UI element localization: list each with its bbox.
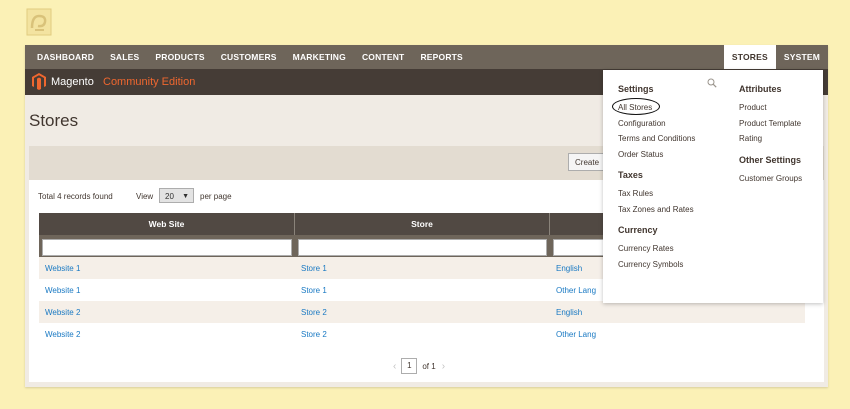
menu-heading-taxes: Taxes — [618, 170, 643, 180]
magento-logo-icon[interactable] — [32, 73, 46, 90]
create-button[interactable]: Create — [568, 153, 608, 171]
view-label: View — [136, 192, 154, 201]
nav-dashboard[interactable]: DASHBOARD — [25, 45, 102, 69]
pagination: ‹ 1 of 1 › — [393, 358, 445, 374]
menu-heading-currency: Currency — [618, 225, 658, 235]
menu-item-configuration[interactable]: Configuration — [618, 116, 695, 132]
nav-system[interactable]: SYSTEM — [776, 45, 828, 69]
menu-item-customer-groups[interactable]: Customer Groups — [739, 171, 802, 187]
brand-name: Magento — [51, 76, 94, 88]
cell-store-link[interactable]: Store 1 — [295, 264, 550, 273]
menu-item-product-template[interactable]: Product Template — [739, 116, 802, 132]
top-navigation: DASHBOARD SALES PRODUCTS CUSTOMERS MARKE… — [25, 45, 828, 69]
menu-heading-settings: Settings — [618, 84, 654, 94]
nav-content[interactable]: CONTENT — [354, 45, 412, 69]
menu-heading-attributes: Attributes — [739, 84, 782, 94]
per-page-label: per page — [200, 192, 232, 201]
cell-store-link[interactable]: Store 2 — [295, 330, 550, 339]
menu-item-rating[interactable]: Rating — [739, 131, 802, 147]
cell-website-link[interactable]: Website 2 — [39, 330, 295, 339]
menu-item-tax-rules[interactable]: Tax Rules — [618, 186, 695, 202]
cell-store-view-link[interactable]: English — [550, 308, 805, 317]
nav-marketing[interactable]: MARKETING — [285, 45, 354, 69]
nav-customers[interactable]: CUSTOMERS — [213, 45, 285, 69]
brand-edition: Community Edition — [103, 76, 196, 88]
menu-item-product[interactable]: Product — [739, 100, 802, 116]
page-title: Stores — [29, 111, 79, 130]
filter-store-input[interactable] — [298, 239, 547, 256]
nav-reports[interactable]: REPORTS — [412, 45, 471, 69]
cell-website-link[interactable]: Website 1 — [39, 264, 295, 273]
column-header-store[interactable]: Store — [295, 213, 550, 235]
per-page-select[interactable]: 20 ▼ — [159, 188, 194, 203]
highlight-circle-annotation — [612, 98, 660, 115]
cell-website-link[interactable]: Website 2 — [39, 308, 295, 317]
nav-sales[interactable]: SALES — [102, 45, 147, 69]
cell-store-link[interactable]: Store 2 — [295, 308, 550, 317]
per-page-value: 20 — [165, 192, 174, 201]
cell-website-link[interactable]: Website 1 — [39, 286, 295, 295]
filter-website-input[interactable] — [42, 239, 292, 256]
menu-item-currency-rates[interactable]: Currency Rates — [618, 241, 695, 257]
page-total: of 1 — [422, 361, 436, 371]
chevron-right-icon[interactable]: › — [442, 361, 445, 372]
cell-store-view-link[interactable]: Other Lang — [550, 330, 805, 339]
records-count: Total 4 records found — [38, 192, 113, 201]
caret-down-icon: ▼ — [182, 193, 189, 200]
site-logo-icon — [26, 8, 52, 36]
table-row[interactable]: Website 2 Store 2 English — [39, 301, 805, 323]
menu-item-order-status[interactable]: Order Status — [618, 147, 695, 163]
menu-heading-other-settings: Other Settings — [739, 154, 802, 165]
chevron-left-icon[interactable]: ‹ — [393, 361, 396, 372]
column-header-website[interactable]: Web Site — [39, 213, 295, 235]
table-row[interactable]: Website 2 Store 2 Other Lang — [39, 323, 805, 345]
nav-stores[interactable]: STORES — [723, 45, 776, 69]
menu-item-currency-symbols[interactable]: Currency Symbols — [618, 257, 695, 273]
stores-menu-right-column: Attributes Product Product Template Rati… — [739, 84, 802, 186]
menu-item-tax-zones-and-rates[interactable]: Tax Zones and Rates — [618, 202, 695, 218]
cell-store-link[interactable]: Store 1 — [295, 286, 550, 295]
search-icon[interactable] — [707, 78, 717, 88]
nav-products[interactable]: PRODUCTS — [147, 45, 212, 69]
menu-item-terms-and-conditions[interactable]: Terms and Conditions — [618, 131, 695, 147]
page-number-input[interactable]: 1 — [401, 358, 418, 374]
